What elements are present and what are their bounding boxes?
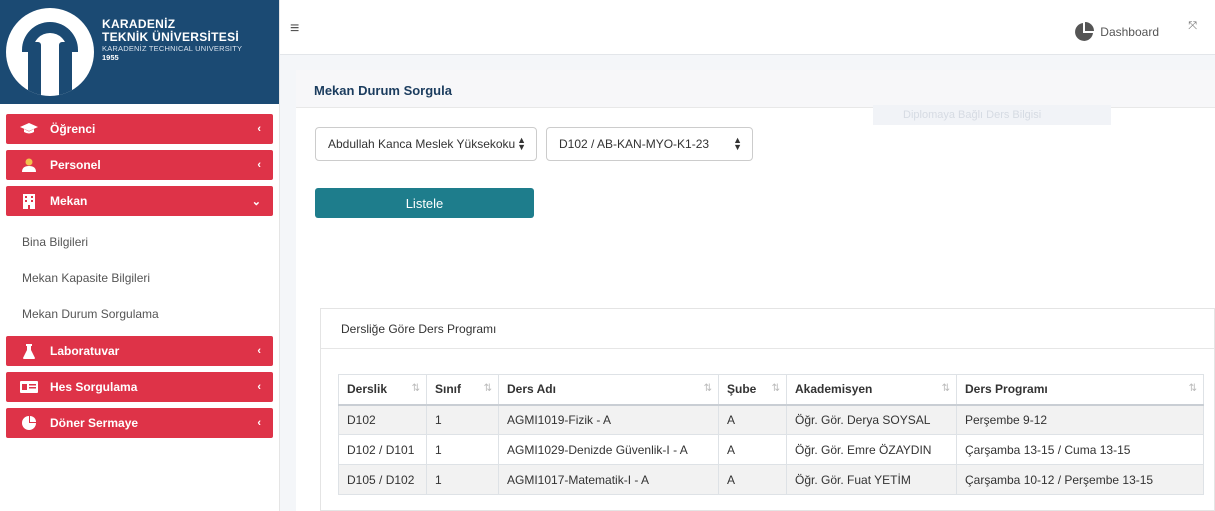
cell-akademisyen: Öğr. Gör. Emre ÖZAYDIN xyxy=(786,434,957,465)
school-select-value: Abdullah Kanca Meslek Yüksekoku xyxy=(328,137,516,151)
sidebar-item-doner-sermaye[interactable]: Döner Sermaye ‹ xyxy=(6,408,273,438)
sidebar-item-label: Personel xyxy=(50,158,101,172)
sidebar-item-label: Hes Sorgulama xyxy=(50,380,138,394)
submenu-item-bina-bilgileri[interactable]: Bina Bilgileri xyxy=(0,226,279,262)
submenu-item-mekan-kapasite[interactable]: Mekan Kapasite Bilgileri xyxy=(0,262,279,298)
column-header-sinif[interactable]: Sınıf ⇅ xyxy=(426,374,499,406)
fullscreen-icon[interactable]: ⤧ xyxy=(1188,20,1197,33)
submenu-item-mekan-durum[interactable]: Mekan Durum Sorgulama xyxy=(0,298,279,334)
cell-akademisyen: Öğr. Gör. Fuat YETİM xyxy=(786,464,957,495)
sidebar-item-ogrenci[interactable]: Öğrenci ‹ xyxy=(6,114,273,144)
sort-icon: ⇅ xyxy=(941,383,950,394)
building-icon xyxy=(18,193,40,209)
sort-icon: ⇅ xyxy=(703,383,712,394)
sidebar-item-label: Öğrenci xyxy=(50,122,96,136)
pie-chart-icon xyxy=(18,416,40,430)
menu-toggle-icon[interactable]: ≡ xyxy=(290,20,299,38)
room-select[interactable]: D102 / AB-KAN-MYO-K1-23 ▲ ▼ xyxy=(546,127,753,161)
cell-ders-adi: AGMI1029-Denizde Güvenlik-I - A xyxy=(498,434,719,465)
sidebar-item-hes-sorgulama[interactable]: Hes Sorgulama ‹ xyxy=(6,372,273,402)
chevron-left-icon: ‹ xyxy=(257,123,261,135)
listele-button[interactable]: Listele xyxy=(315,188,534,218)
cell-sinif: 1 xyxy=(426,464,499,495)
brand-name-english: KARADENİZ TECHNICAL UNIVERSITY xyxy=(102,44,243,54)
brand-name-line2: TEKNİK ÜNİVERSİTESİ xyxy=(102,30,240,45)
chevron-left-icon: ‹ xyxy=(257,159,261,171)
users-icon xyxy=(18,158,40,172)
sidebar-item-personel[interactable]: Personel ‹ xyxy=(6,150,273,180)
page-header: Mekan Durum Sorgula xyxy=(296,70,1215,108)
university-logo-icon xyxy=(6,8,94,96)
cell-derslik: D105 / D102 xyxy=(338,464,427,495)
chevron-left-icon: ‹ xyxy=(257,417,261,429)
sidebar-item-label: Laboratuvar xyxy=(50,344,120,358)
cell-ders-programi: Perşembe 9-12 xyxy=(956,404,1204,435)
room-select-value: D102 / AB-KAN-MYO-K1-23 xyxy=(559,137,710,151)
cell-akademisyen: Öğr. Gör. Derya SOYSAL xyxy=(786,404,957,435)
cell-sube: A xyxy=(718,404,787,435)
pie-chart-icon xyxy=(1075,22,1095,41)
school-select[interactable]: Abdullah Kanca Meslek Yüksekoku ▲ ▼ xyxy=(315,127,537,161)
dashboard-label: Dashboard xyxy=(1100,25,1159,39)
cell-sinif: 1 xyxy=(426,434,499,465)
cell-ders-adi: AGMI1019-Fizik - A xyxy=(498,404,719,435)
chevron-left-icon: ‹ xyxy=(257,345,261,357)
schedule-table: Derslik ⇅ Sınıf ⇅ Ders Adı ⇅ Şube ⇅ Akademis… xyxy=(338,374,1204,495)
flask-icon xyxy=(18,343,40,359)
sidebar-item-mekan[interactable]: Mekan ⌄ xyxy=(6,186,273,216)
cell-sinif: 1 xyxy=(426,404,499,435)
chevron-left-icon: ‹ xyxy=(257,381,261,393)
sidebar-menu: Öğrenci ‹ Personel ‹ Mekan ⌄ Bina Bilgil… xyxy=(0,104,279,438)
column-header-akademisyen[interactable]: Akademisyen ⇅ xyxy=(786,374,957,406)
brand-header[interactable]: KARADENİZ TEKNİK ÜNİVERSİTESİ KARADENİZ … xyxy=(0,0,279,104)
cell-derslik: D102 / D101 xyxy=(338,434,427,465)
graduation-cap-icon xyxy=(18,123,40,135)
mekan-submenu: Bina Bilgileri Mekan Kapasite Bilgileri … xyxy=(0,222,279,336)
cell-sube: A xyxy=(718,434,787,465)
brand-founding-year: 1955 xyxy=(102,52,119,62)
sort-icon: ⇅ xyxy=(483,383,492,394)
page-title: Mekan Durum Sorgula xyxy=(314,83,452,98)
sort-icon: ⇅ xyxy=(771,383,780,394)
select-arrows-icon: ▲ ▼ xyxy=(733,135,742,152)
topbar: ≡ Dashboard ⤧ xyxy=(280,0,1215,55)
sort-icon: ⇅ xyxy=(1188,383,1197,394)
sidebar-item-label: Mekan xyxy=(50,194,88,208)
background-watermark-text: Diplomaya Bağlı Ders Bilgisi xyxy=(873,105,1111,125)
column-header-derslik[interactable]: Derslik ⇅ xyxy=(338,374,427,406)
table-row[interactable]: D102 1 AGMI1019-Fizik - A A Öğr. Gör. De… xyxy=(338,404,1204,435)
sidebar: KARADENİZ TEKNİK ÜNİVERSİTESİ KARADENİZ … xyxy=(0,0,280,511)
brand-text: KARADENİZ TEKNİK ÜNİVERSİTESİ KARADENİZ … xyxy=(102,17,243,63)
cell-ders-adi: AGMI1017-Matematik-I - A xyxy=(498,464,719,495)
table-header-row: Derslik ⇅ Sınıf ⇅ Ders Adı ⇅ Şube ⇅ Akademis… xyxy=(338,374,1204,406)
column-header-ders-adi[interactable]: Ders Adı ⇅ xyxy=(498,374,719,406)
id-card-icon xyxy=(18,381,40,393)
table-row[interactable]: D105 / D102 1 AGMI1017-Matematik-I - A A… xyxy=(338,464,1204,495)
column-header-sube[interactable]: Şube ⇅ xyxy=(718,374,787,406)
sidebar-item-laboratuvar[interactable]: Laboratuvar ‹ xyxy=(6,336,273,366)
sort-icon: ⇅ xyxy=(411,383,420,394)
table-row[interactable]: D102 / D101 1 AGMI1029-Denizde Güvenlik-… xyxy=(338,434,1204,465)
cell-ders-programi: Çarşamba 13-15 / Cuma 13-15 xyxy=(956,434,1204,465)
sidebar-item-label: Döner Sermaye xyxy=(50,416,139,430)
cell-derslik: D102 xyxy=(338,404,427,435)
select-arrows-icon: ▲ ▼ xyxy=(517,135,526,152)
schedule-card-title: Dersliğe Göre Ders Programı xyxy=(321,309,1214,349)
dashboard-link[interactable]: Dashboard xyxy=(1074,22,1159,42)
cell-ders-programi: Çarşamba 10-12 / Perşembe 13-15 xyxy=(956,464,1204,495)
column-header-ders-programi[interactable]: Ders Programı ⇅ xyxy=(956,374,1204,406)
chevron-down-icon: ⌄ xyxy=(251,195,261,208)
cell-sube: A xyxy=(718,464,787,495)
